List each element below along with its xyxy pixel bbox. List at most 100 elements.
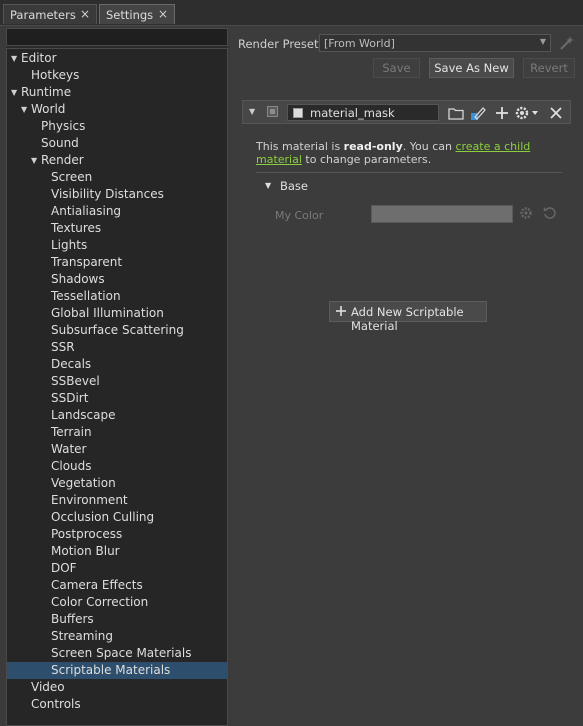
wand-icon[interactable]: [558, 34, 576, 52]
tree-item[interactable]: ▼ World: [7, 101, 227, 118]
material-name: material_mask: [310, 106, 395, 120]
expand-arrow-icon[interactable]: ▼: [11, 84, 17, 101]
tree-item[interactable]: Global Illumination: [7, 305, 227, 322]
expand-arrow-icon[interactable]: ▼: [11, 50, 17, 67]
tree-item-label: Color Correction: [51, 595, 149, 609]
close-icon[interactable]: ×: [158, 7, 168, 21]
read-only-notice: This material is read-only. You can crea…: [256, 140, 571, 166]
tree-item[interactable]: Screen: [7, 169, 227, 186]
add-scriptable-material-button[interactable]: Add New Scriptable Material: [329, 301, 487, 333]
revert-button[interactable]: Revert: [523, 58, 575, 78]
tree-item[interactable]: ▼ Render: [7, 152, 227, 169]
tree-item-label: Vegetation: [51, 476, 116, 490]
tree-item[interactable]: Camera Effects: [7, 577, 227, 594]
folder-icon[interactable]: [447, 104, 465, 122]
tree-item-label: Transparent: [51, 255, 123, 269]
tree-item[interactable]: Decals: [7, 356, 227, 373]
reset-icon[interactable]: [542, 205, 558, 221]
save-as-new-button[interactable]: Save As New: [429, 58, 514, 78]
settings-tree[interactable]: ▼ Editor Hotkeys ▼ Runtime ▼ World Physics Sound…: [6, 48, 228, 726]
divider: [256, 172, 562, 173]
expand-arrow-icon[interactable]: ▼: [31, 152, 37, 169]
tree-item-label: Controls: [31, 697, 81, 711]
tree-item-label: Render: [41, 153, 84, 167]
tree-item[interactable]: Water: [7, 441, 227, 458]
tree-item[interactable]: SSBevel: [7, 373, 227, 390]
tree-item[interactable]: Streaming: [7, 628, 227, 645]
tree-item[interactable]: Antialiasing: [7, 203, 227, 220]
expand-arrow-icon[interactable]: ▼: [21, 101, 27, 118]
tree-item[interactable]: Subsurface Scattering: [7, 322, 227, 339]
tree-item[interactable]: Vegetation: [7, 475, 227, 492]
tree-item-label: Decals: [51, 357, 92, 371]
collapse-arrow-icon[interactable]: ▼: [249, 107, 255, 116]
tree-item-label: Environment: [51, 493, 128, 507]
tree-item[interactable]: Motion Blur: [7, 543, 227, 560]
material-name-field[interactable]: material_mask: [287, 104, 439, 121]
tree-item[interactable]: ▼ Runtime: [7, 84, 227, 101]
tree-item-label: Scriptable Materials: [51, 663, 171, 677]
tree-item[interactable]: Color Correction: [7, 594, 227, 611]
tree-item[interactable]: Transparent: [7, 254, 227, 271]
tree-item[interactable]: Scriptable Materials: [7, 662, 227, 679]
tree-item-label: Streaming: [51, 629, 113, 643]
tree-item[interactable]: Clouds: [7, 458, 227, 475]
add-icon[interactable]: [493, 104, 511, 122]
tree-item[interactable]: Physics: [7, 118, 227, 135]
edit-material-icon[interactable]: [469, 104, 487, 122]
close-icon[interactable]: ×: [80, 7, 90, 21]
tree-item[interactable]: SSR: [7, 339, 227, 356]
color-swatch[interactable]: [371, 205, 513, 223]
tree-search-input[interactable]: [6, 28, 228, 46]
tree-item[interactable]: Video: [7, 679, 227, 696]
tree-item[interactable]: Textures: [7, 220, 227, 237]
tab-parameters[interactable]: Parameters ×: [3, 4, 97, 24]
close-icon[interactable]: [547, 104, 565, 122]
tree-item[interactable]: Hotkeys: [7, 67, 227, 84]
notice-text: This material is: [256, 140, 344, 153]
tree-item[interactable]: Screen Space Materials: [7, 645, 227, 662]
tree-item[interactable]: Lights: [7, 237, 227, 254]
tree-item[interactable]: Landscape: [7, 407, 227, 424]
tree-item[interactable]: Environment: [7, 492, 227, 509]
gear-icon[interactable]: [518, 205, 534, 221]
tree-item-label: Landscape: [51, 408, 116, 422]
tree-item-label: Clouds: [51, 459, 92, 473]
tree-item[interactable]: SSDirt: [7, 390, 227, 407]
tab-settings[interactable]: Settings ×: [99, 4, 175, 24]
tree-item-label: Global Illumination: [51, 306, 164, 320]
tree-item[interactable]: Tessellation: [7, 288, 227, 305]
tree-item-label: Hotkeys: [31, 68, 80, 82]
tree-item-label: Camera Effects: [51, 578, 143, 592]
tree-item-label: SSBevel: [51, 374, 100, 388]
notice-text: to change parameters.: [301, 153, 432, 166]
tree-item[interactable]: Controls: [7, 696, 227, 713]
tree-item[interactable]: Shadows: [7, 271, 227, 288]
tree-item[interactable]: Postprocess: [7, 526, 227, 543]
tree-item-label: DOF: [51, 561, 77, 575]
tree-item-label: Physics: [41, 119, 86, 133]
render-preset-select[interactable]: [From World] ▼: [319, 34, 551, 52]
settings-content-panel: Render Preset: [From World] ▼ Save Save …: [230, 28, 583, 726]
tree-item[interactable]: Visibility Distances: [7, 186, 227, 203]
material-icon: [293, 108, 303, 118]
tree-item-label: Screen: [51, 170, 93, 184]
tree-item[interactable]: Terrain: [7, 424, 227, 441]
tree-item[interactable]: Occlusion Culling: [7, 509, 227, 526]
tree-item[interactable]: Sound: [7, 135, 227, 152]
tree-item-label: World: [31, 102, 66, 116]
group-label-base[interactable]: Base: [280, 179, 308, 193]
tree-item-label: Screen Space Materials: [51, 646, 192, 660]
tree-item-label: Occlusion Culling: [51, 510, 155, 524]
save-button[interactable]: Save: [373, 58, 420, 78]
gear-dropdown-icon[interactable]: [513, 104, 541, 122]
collapse-arrow-icon[interactable]: ▼: [265, 181, 271, 190]
tree-item[interactable]: Buffers: [7, 611, 227, 628]
tree-item-label: Water: [51, 442, 87, 456]
tree-item-label: Video: [31, 680, 65, 694]
tree-item[interactable]: DOF: [7, 560, 227, 577]
tree-item-label: SSR: [51, 340, 75, 354]
tree-item[interactable]: ▼ Editor: [7, 50, 227, 67]
tree-item-label: Shadows: [51, 272, 105, 286]
material-enable-checkbox[interactable]: [267, 106, 278, 117]
